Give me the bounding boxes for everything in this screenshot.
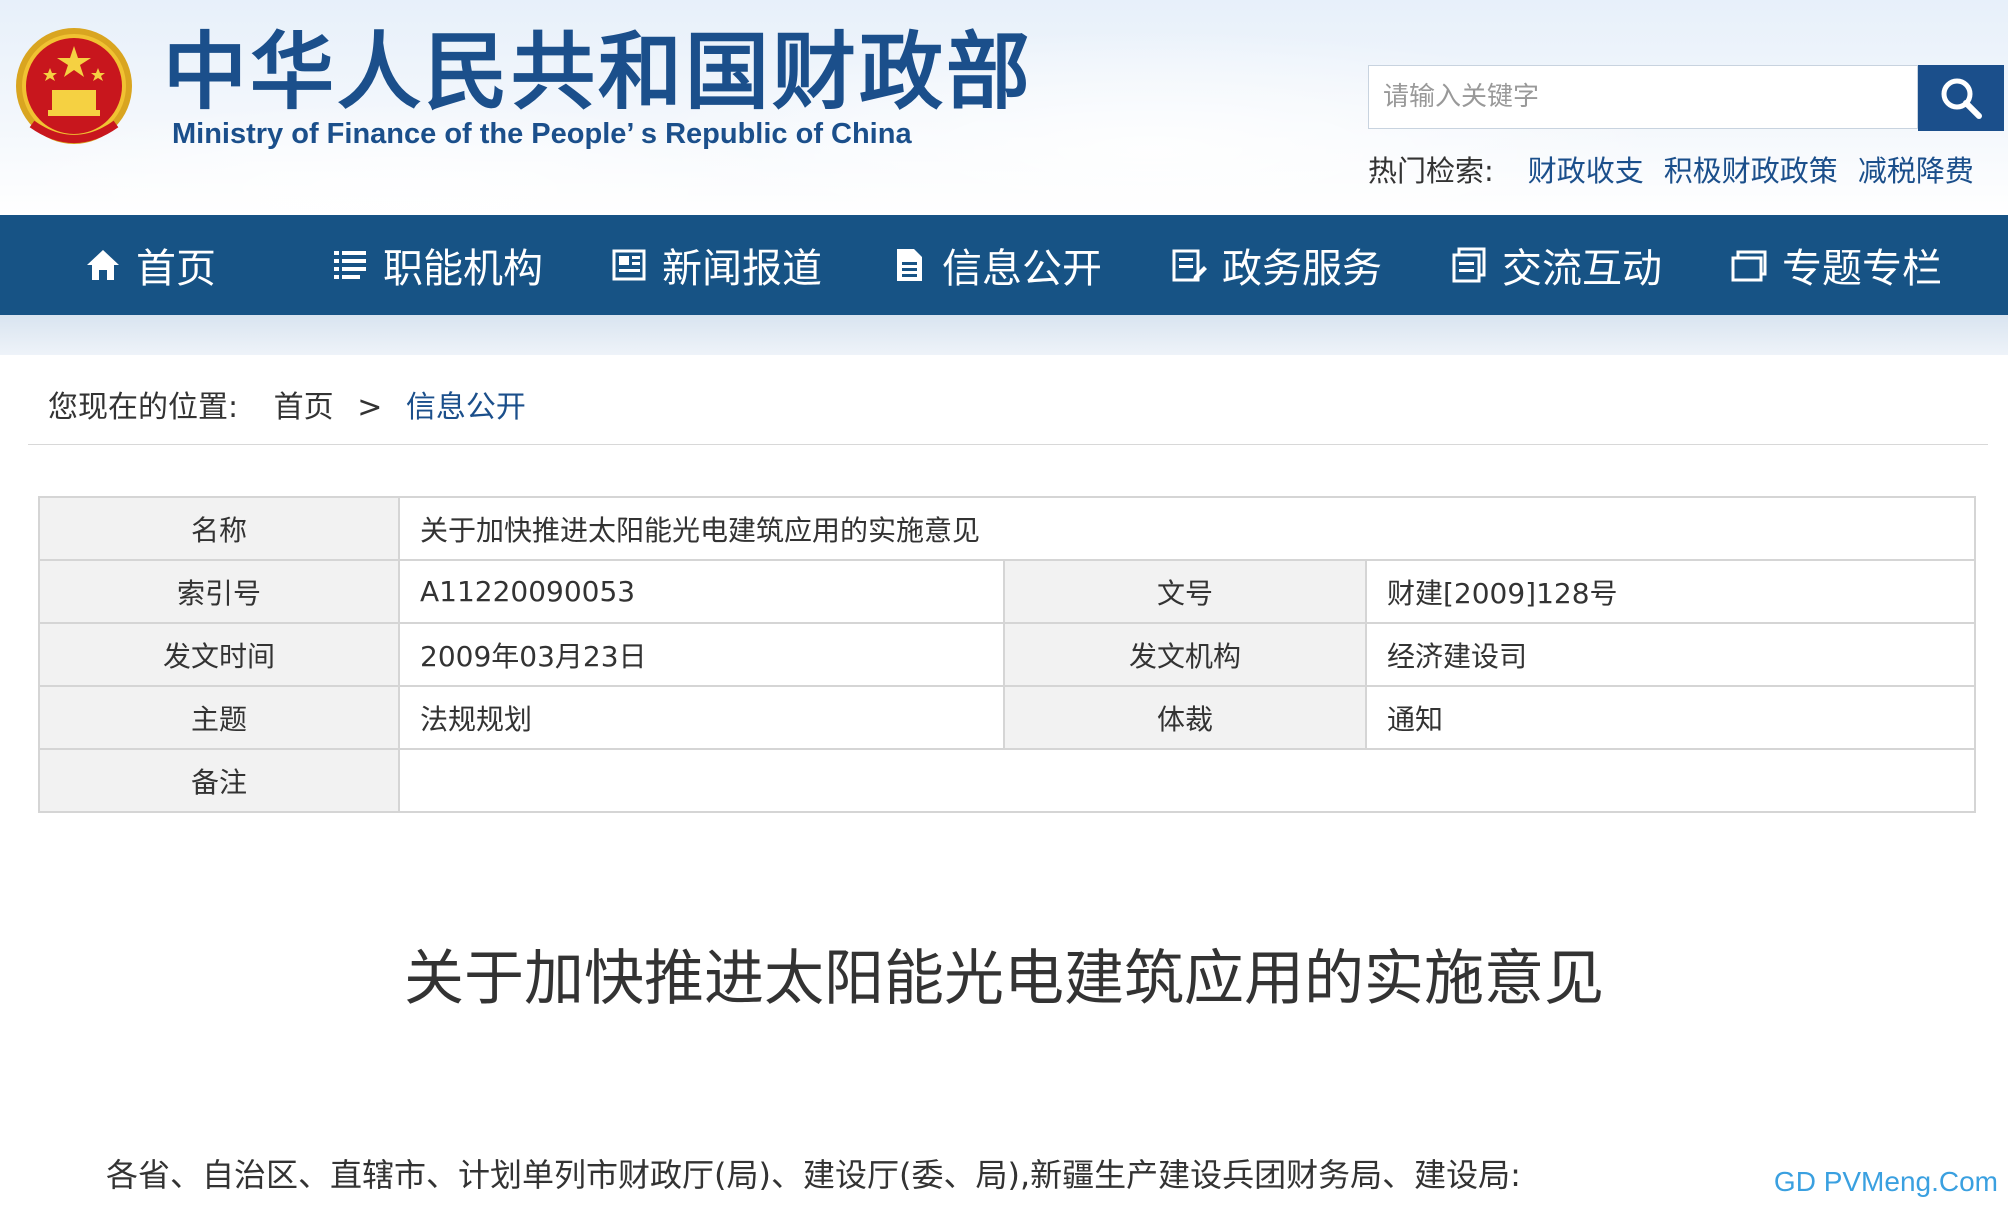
hot-search-label: 热门检索: (1368, 154, 1494, 188)
document-metadata-table: 名称 关于加快推进太阳能光电建筑应用的实施意见 索引号 A11220090053… (38, 496, 1976, 813)
table-row: 发文时间 2009年03月23日 发文机构 经济建设司 (38, 622, 1976, 687)
document-icon (897, 249, 922, 281)
site-title-cn[interactable]: 中华人民共和国财政部 (163, 22, 1033, 122)
hot-search: 热门检索: 财政收支 积极财政政策 减税降费 (1368, 148, 1994, 190)
hot-search-link[interactable]: 减税降费 (1858, 148, 1974, 190)
table-row: 备注 (38, 748, 1976, 813)
nav-item-info-disclosure[interactable]: 信息公开 (890, 215, 1102, 315)
nav-item-label: 政务服务 (1222, 246, 1382, 292)
site-header: 中华人民共和国财政部 Ministry of Finance of the Pe… (0, 0, 2008, 215)
meta-label: 备注 (38, 748, 400, 813)
nav-item-services[interactable]: 政务服务 (1170, 215, 1382, 315)
breadcrumb-prefix: 您现在的位置: (48, 390, 239, 425)
nav-item-label: 职能机构 (383, 246, 543, 292)
breadcrumb-current[interactable]: 信息公开 (406, 390, 526, 425)
meta-value: A11220090053 (398, 559, 1005, 624)
meta-label: 文号 (1003, 559, 1367, 624)
hot-search-link[interactable]: 积极财政政策 (1664, 148, 1838, 190)
meta-value: 关于加快推进太阳能光电建筑应用的实施意见 (398, 496, 1976, 561)
meta-value: 法规规划 (398, 685, 1005, 750)
meta-value: 财建[2009]128号 (1365, 559, 1976, 624)
nav-item-special-topics[interactable]: 专题专栏 (1730, 215, 1942, 315)
divider (28, 444, 1988, 445)
breadcrumb-home[interactable]: 首页 (274, 390, 334, 425)
meta-label: 主题 (38, 685, 400, 750)
window-icon (1731, 250, 1767, 282)
nav-item-home[interactable]: 首页 (84, 215, 216, 315)
search-input[interactable] (1368, 65, 1918, 129)
clipboard-edit-icon (1172, 249, 1207, 282)
main-nav: 首页 职能机构 新闻报道 信息公开 政务服务 交流互动 专题专栏 (0, 215, 2008, 315)
nav-item-label: 专题专栏 (1782, 246, 1942, 292)
nav-item-label: 首页 (136, 246, 216, 292)
watermark: GD PVMeng.Com (1773, 1166, 1998, 1197)
document-title: 关于加快推进太阳能光电建筑应用的实施意见 (404, 944, 1604, 1014)
hot-search-link[interactable]: 财政收支 (1528, 148, 1644, 190)
meta-label: 体裁 (1003, 685, 1367, 750)
search-icon (1941, 78, 1982, 119)
meta-label: 发文时间 (38, 622, 400, 687)
nav-item-label: 信息公开 (942, 246, 1102, 292)
chat-document-icon (1452, 247, 1486, 283)
nav-item-functions[interactable]: 职能机构 (331, 215, 543, 315)
newspaper-icon (612, 249, 646, 281)
meta-value: 经济建设司 (1365, 622, 1976, 687)
meta-value (398, 748, 1976, 813)
meta-value: 通知 (1365, 685, 1976, 750)
breadcrumb-separator: > (357, 390, 383, 425)
table-row: 名称 关于加快推进太阳能光电建筑应用的实施意见 (38, 496, 1976, 561)
meta-label: 发文机构 (1003, 622, 1367, 687)
list-icon (334, 251, 366, 279)
meta-label: 索引号 (38, 559, 400, 624)
national-emblem-icon[interactable] (12, 24, 136, 154)
table-row: 主题 法规规划 体裁 通知 (38, 685, 1976, 750)
nav-item-interaction[interactable]: 交流互动 (1450, 215, 1662, 315)
nav-item-label: 新闻报道 (662, 246, 822, 292)
document-salutation: 各省、自治区、直辖市、计划单列市财政厅(局)、建设厅(委、局),新疆生产建设兵团… (106, 1156, 1521, 1194)
nav-item-news[interactable]: 新闻报道 (610, 215, 822, 315)
table-row: 索引号 A11220090053 文号 财建[2009]128号 (38, 559, 1976, 624)
meta-label: 名称 (38, 496, 400, 561)
home-icon (87, 250, 119, 280)
site-title-en[interactable]: Ministry of Finance of the People’ s Rep… (172, 118, 912, 151)
search-button[interactable] (1918, 65, 2004, 131)
search-box (1368, 65, 2004, 131)
breadcrumb: 您现在的位置: 首页 > 信息公开 (48, 382, 526, 426)
nav-item-label: 交流互动 (1502, 246, 1662, 292)
meta-value: 2009年03月23日 (398, 622, 1005, 687)
